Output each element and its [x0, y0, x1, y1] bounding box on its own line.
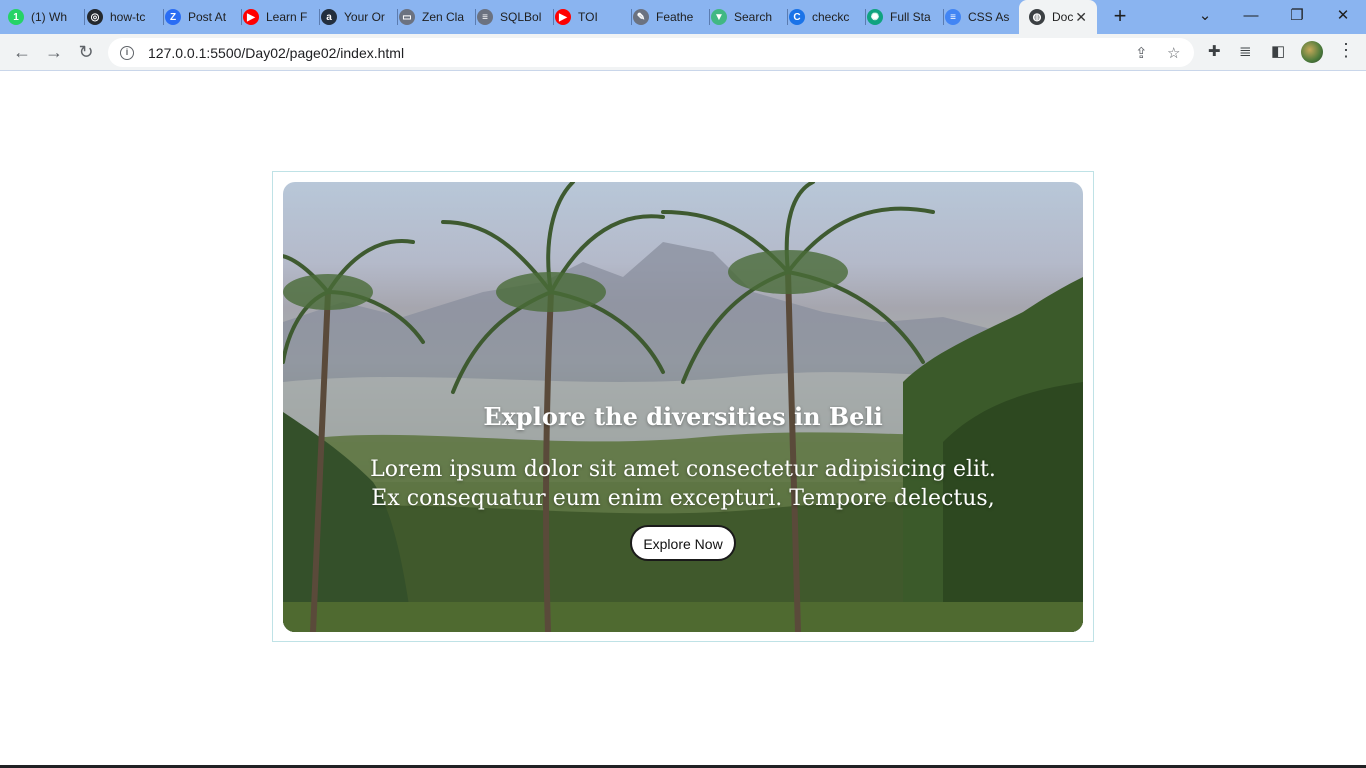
tab-2[interactable]: Z Post At: [165, 4, 239, 30]
tab-label: Post At: [188, 10, 227, 24]
google-docs-icon: ≡: [945, 9, 961, 25]
tab-label: SQLBol: [500, 10, 542, 24]
tab-label: Feathe: [656, 10, 694, 24]
tab-6[interactable]: ≡ SQLBol: [477, 4, 551, 30]
whatsapp-icon: 1: [8, 9, 24, 25]
tab-label: CSS As: [968, 10, 1010, 24]
share-icon[interactable]: ⇪: [1135, 44, 1148, 62]
amazon-icon: a: [321, 9, 337, 25]
tab-separator: [475, 9, 476, 25]
hero-body-text: Lorem ipsum dolor sit amet consectetur a…: [370, 457, 996, 511]
sqlbolt-icon: ≡: [477, 9, 493, 25]
youtube-icon: ▶: [243, 9, 259, 25]
tab-label: how-tc: [110, 10, 146, 24]
tab-separator: [319, 9, 320, 25]
reload-icon[interactable]: ↻: [74, 40, 98, 64]
tab-label: Learn F: [266, 10, 308, 24]
tab-3[interactable]: ▶ Learn F: [243, 4, 317, 30]
feather-icon: ✎: [633, 9, 649, 25]
info-icon[interactable]: i: [120, 45, 134, 60]
tab-separator: [397, 9, 398, 25]
browser-toolbar: ← → ↻ i 127.0.0.1:5500/Day02/page02/inde…: [0, 34, 1366, 71]
minimize-icon[interactable]: —: [1228, 0, 1274, 30]
tab-active[interactable]: ◍ Doc ✕: [1019, 0, 1097, 34]
vue-icon: ▼: [711, 9, 727, 25]
github-icon: ◎: [87, 9, 103, 25]
back-icon[interactable]: ←: [10, 40, 34, 64]
media-control-icon[interactable]: ≣: [1239, 42, 1252, 60]
address-bar[interactable]: i 127.0.0.1:5500/Day02/page02/index.html…: [108, 38, 1194, 67]
zoho-icon: Z: [165, 9, 181, 25]
hero-image: Explore the diversities in Beli Lorem ip…: [283, 182, 1083, 632]
profile-avatar[interactable]: [1301, 41, 1323, 63]
chrome-c-icon: C: [789, 9, 805, 25]
globe-icon: ◍: [1029, 9, 1045, 25]
tab-12[interactable]: ≡ CSS As: [945, 4, 1019, 30]
zen-class-icon: ▭: [399, 9, 415, 25]
tab-separator: [241, 9, 242, 25]
tab-active-label: Doc: [1052, 10, 1074, 24]
tab-9[interactable]: ▼ Search: [711, 4, 785, 30]
side-panel-icon[interactable]: ◧: [1271, 42, 1285, 60]
forward-icon[interactable]: →: [42, 40, 66, 64]
tab-separator: [163, 9, 164, 25]
openai-icon: ✺: [867, 9, 883, 25]
tab-1[interactable]: ◎ how-tc: [87, 4, 161, 30]
tab-strip: 1 (1) Wh ◎ how-tc Z Post At ▶ Learn F a Your Or ▭ Z…: [0, 0, 1366, 34]
tab-label: (1) Wh: [31, 10, 67, 24]
close-window-icon[interactable]: ✕: [1320, 0, 1366, 30]
hero-text-block: Explore the diversities in Beli Lorem ip…: [283, 402, 1083, 561]
tab-0[interactable]: 1 (1) Wh: [8, 4, 82, 30]
tab-label: Full Sta: [890, 10, 931, 24]
tab-label: Search: [734, 10, 773, 24]
tab-8[interactable]: ✎ Feathe: [633, 4, 707, 30]
page-viewport: Explore the diversities in Beli Lorem ip…: [0, 71, 1366, 768]
hero-card: Explore the diversities in Beli Lorem ip…: [272, 171, 1094, 642]
tab-5[interactable]: ▭ Zen Cla: [399, 4, 473, 30]
close-icon[interactable]: ✕: [1075, 9, 1087, 26]
tab-10[interactable]: Ccheckc: [789, 4, 863, 30]
tab-separator: [787, 9, 788, 25]
explore-now-button[interactable]: Explore Now: [630, 525, 736, 561]
tab-7[interactable]: ▶ TOI: [555, 4, 629, 30]
tab-label: checkc: [812, 10, 850, 24]
tab-label: TOI: [578, 10, 598, 24]
new-tab-button[interactable]: +: [1109, 4, 1131, 30]
tab-4[interactable]: a Your Or: [321, 4, 395, 30]
url-text[interactable]: 127.0.0.1:5500/Day02/page02/index.html: [148, 45, 404, 61]
tab-separator: [631, 9, 632, 25]
tab-separator: [865, 9, 866, 25]
hero-title: Explore the diversities in Beli: [483, 402, 883, 431]
tab-separator: [943, 9, 944, 25]
extensions-icon[interactable]: ✚: [1208, 42, 1221, 60]
restore-icon[interactable]: ❐: [1274, 0, 1320, 30]
tab-separator: [84, 9, 85, 25]
tab-label: Zen Cla: [422, 10, 465, 24]
tab-11[interactable]: ✺ Full Sta: [867, 4, 941, 30]
bookmark-star-icon[interactable]: ☆: [1167, 44, 1180, 62]
youtube-icon: ▶: [555, 9, 571, 25]
tab-search-icon[interactable]: ⌄: [1182, 0, 1228, 30]
tab-separator: [553, 9, 554, 25]
tab-separator: [709, 9, 710, 25]
tab-label: Your Or: [344, 10, 385, 24]
more-menu-icon[interactable]: ⋮: [1337, 40, 1355, 61]
